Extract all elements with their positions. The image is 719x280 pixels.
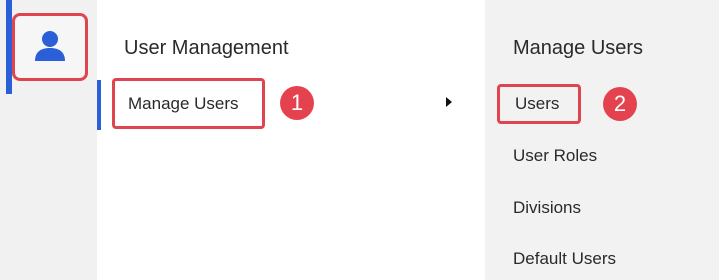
user-management-menu: User Management Manage Users 1 [97, 0, 485, 280]
submenu-title: Manage Users [513, 37, 644, 59]
submenu-item-default-users[interactable]: Default Users [513, 249, 616, 269]
left-rail [0, 0, 97, 280]
submenu-item-user-roles[interactable]: User Roles [513, 146, 597, 166]
step-badge-1: 1 [280, 86, 314, 120]
selected-indicator [97, 80, 101, 130]
menu-item-manage-users[interactable]: Manage Users [112, 78, 265, 129]
submenu-arrow-icon [446, 97, 452, 107]
user-management-rail-button[interactable] [12, 13, 88, 81]
manage-users-submenu: Manage Users Users 2 User Roles Division… [485, 0, 719, 280]
menu-item-label: Manage Users [128, 93, 239, 113]
submenu-item-label: Users [515, 94, 560, 113]
menu-title: User Management [124, 37, 289, 59]
user-icon [33, 28, 67, 67]
step-badge-2: 2 [603, 87, 637, 121]
submenu-item-divisions[interactable]: Divisions [513, 198, 581, 218]
submenu-item-users[interactable]: Users [497, 84, 581, 124]
